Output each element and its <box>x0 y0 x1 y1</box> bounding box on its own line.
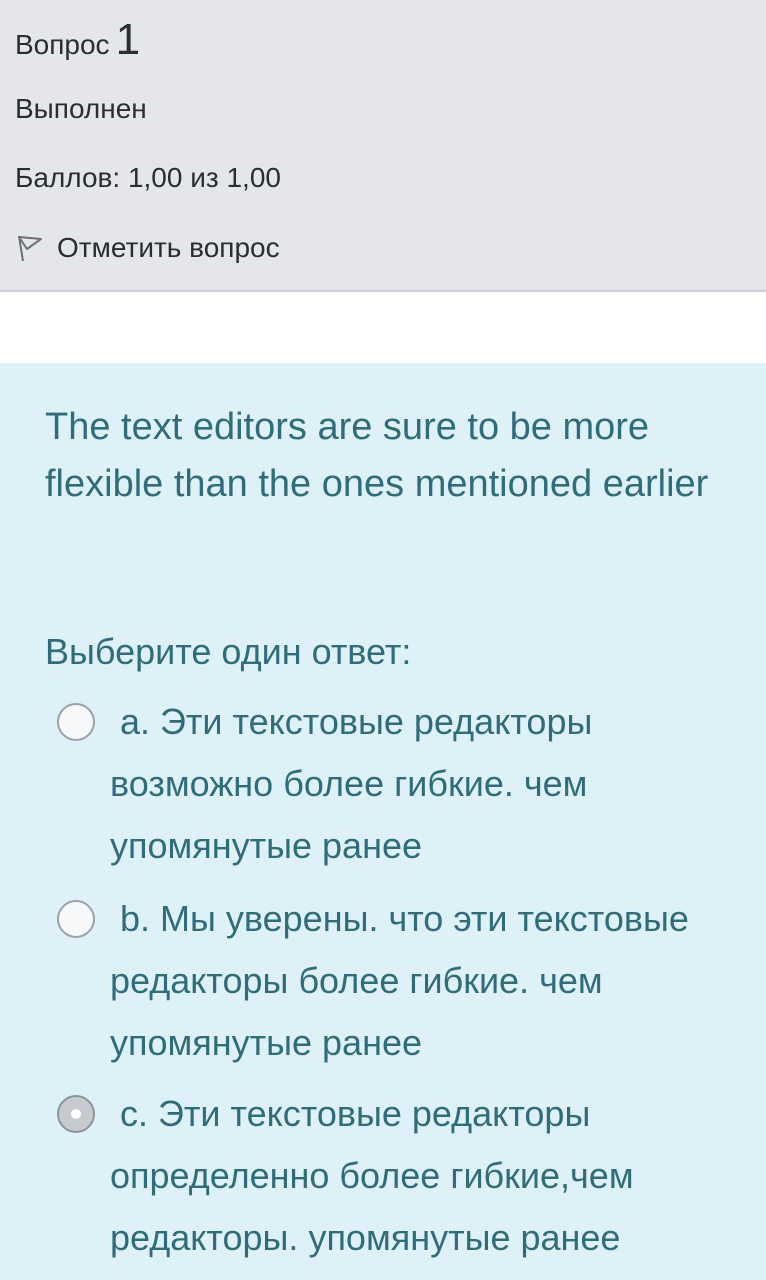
question-number: 1 <box>115 15 141 64</box>
answer-option-text: Эти текстовые редакторы определенно боле… <box>110 1093 634 1258</box>
question-info-panel: Вопрос 1 Выполнен Баллов: 1,00 из 1,00 От… <box>0 0 766 292</box>
question-text: The text editors are sure to be more fle… <box>45 406 709 505</box>
answer-option-letter: c. <box>120 1093 149 1134</box>
question-label: Вопрос <box>15 29 110 60</box>
answer-option-a-label: a. Эти текстовые редакторы возможно боле… <box>110 691 750 877</box>
answer-option-b-label: b. Мы уверены. что эти текстовые редакто… <box>110 888 750 1074</box>
flag-icon <box>15 233 45 263</box>
question-status: Выполнен <box>15 93 147 124</box>
question-content-panel: The text editors are sure to be more fle… <box>0 363 766 1280</box>
question-grade: Баллов: 1,00 из 1,00 <box>15 162 281 193</box>
question-heading: Вопрос 1 <box>15 18 140 62</box>
answer-option-c-label: c. Эти текстовые редакторы определенно б… <box>110 1083 750 1269</box>
radio-option-b[interactable] <box>57 900 95 938</box>
answer-option-text: Эти текстовые редакторы возможно более г… <box>110 701 593 866</box>
answer-option-text: Мы уверены. что эти текстовые редакторы … <box>110 898 689 1063</box>
radio-option-a[interactable] <box>57 703 95 741</box>
answer-prompt: Выберите один ответ: <box>45 631 412 672</box>
answer-option-letter: a. <box>120 701 151 742</box>
flag-question-label: Отметить вопрос <box>57 232 280 263</box>
flag-question-button[interactable]: Отметить вопрос <box>15 232 280 264</box>
answer-option-letter: b. <box>120 898 151 939</box>
radio-option-c-selected[interactable] <box>57 1095 95 1133</box>
